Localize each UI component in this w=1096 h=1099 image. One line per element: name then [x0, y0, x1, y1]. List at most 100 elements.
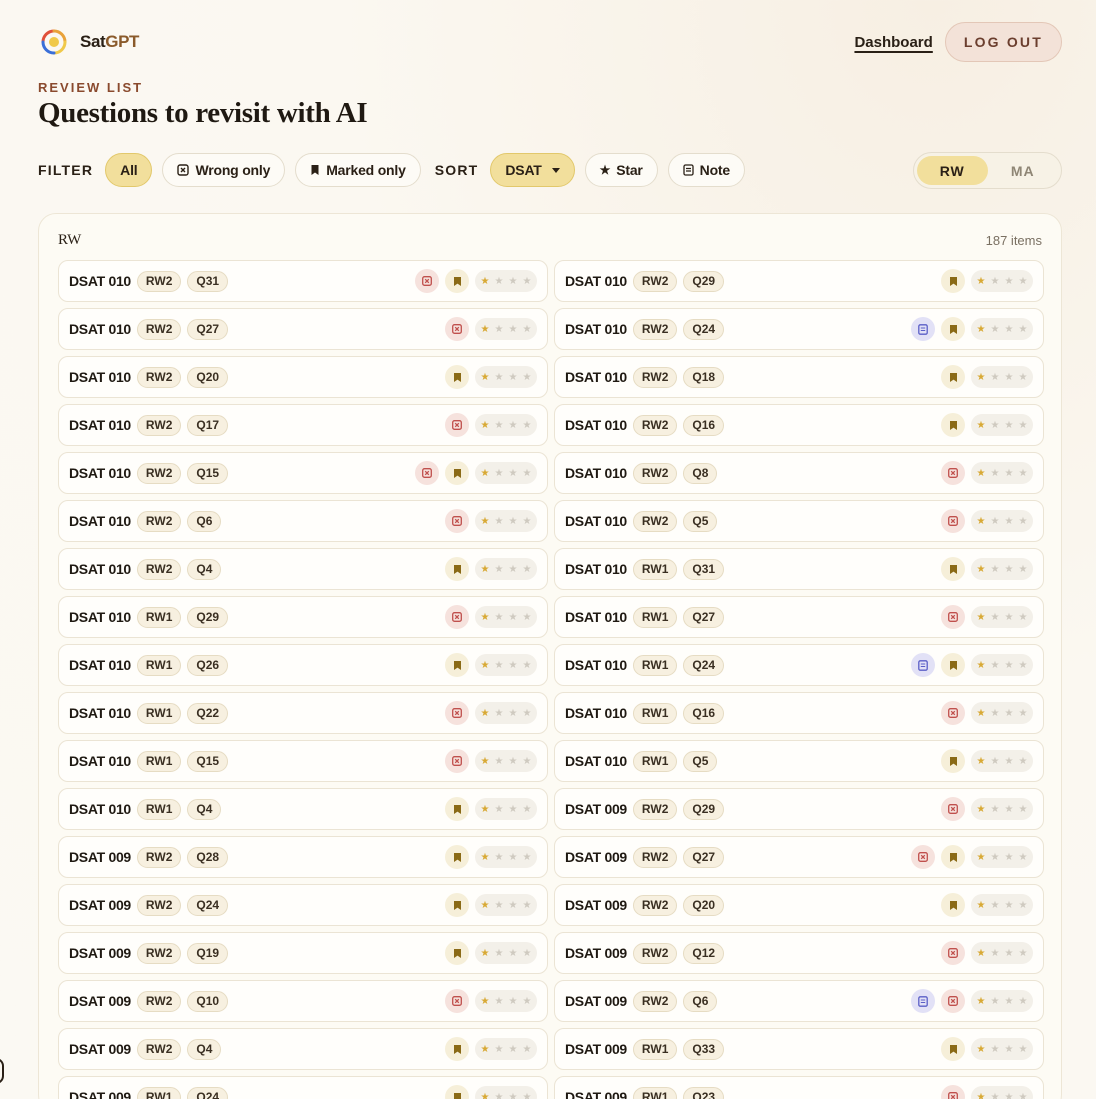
star-icon[interactable]: ★ [977, 900, 986, 911]
star-icon[interactable]: ★ [523, 660, 532, 671]
star-icon[interactable]: ★ [481, 468, 490, 479]
question-row[interactable]: DSAT 009 RW2 Q29 ★ ★ ★ ★ [554, 788, 1044, 830]
question-row[interactable]: DSAT 010 RW1 Q31 ★ ★ ★ ★ [554, 548, 1044, 590]
star-icon[interactable]: ★ [1005, 1092, 1014, 1099]
star-rating[interactable]: ★ ★ ★ ★ [475, 414, 537, 436]
star-rating[interactable]: ★ ★ ★ ★ [475, 846, 537, 868]
star-icon[interactable]: ★ [977, 756, 986, 767]
star-icon[interactable]: ★ [481, 612, 490, 623]
star-rating[interactable]: ★ ★ ★ ★ [971, 942, 1033, 964]
star-rating[interactable]: ★ ★ ★ ★ [971, 846, 1033, 868]
star-icon[interactable]: ★ [1005, 468, 1014, 479]
star-icon[interactable]: ★ [523, 372, 532, 383]
star-rating[interactable]: ★ ★ ★ ★ [475, 558, 537, 580]
star-icon[interactable]: ★ [495, 660, 504, 671]
star-icon[interactable]: ★ [509, 276, 518, 287]
star-icon[interactable]: ★ [1005, 804, 1014, 815]
star-icon[interactable]: ★ [1019, 276, 1028, 287]
star-icon[interactable]: ★ [481, 660, 490, 671]
star-icon[interactable]: ★ [977, 804, 986, 815]
question-row[interactable]: DSAT 010 RW2 Q29 ★ ★ ★ ★ [554, 260, 1044, 302]
star-icon[interactable]: ★ [523, 756, 532, 767]
star-rating[interactable]: ★ ★ ★ ★ [475, 894, 537, 916]
question-row[interactable]: DSAT 009 RW2 Q12 ★ ★ ★ ★ [554, 932, 1044, 974]
star-icon[interactable]: ★ [509, 948, 518, 959]
star-icon[interactable]: ★ [991, 564, 1000, 575]
star-rating[interactable]: ★ ★ ★ ★ [971, 654, 1033, 676]
star-icon[interactable]: ★ [495, 948, 504, 959]
star-rating[interactable]: ★ ★ ★ ★ [971, 414, 1033, 436]
star-icon[interactable]: ★ [991, 1044, 1000, 1055]
star-icon[interactable]: ★ [1005, 276, 1014, 287]
question-row[interactable]: DSAT 010 RW1 Q24 ★ ★ ★ ★ [554, 644, 1044, 686]
star-rating[interactable]: ★ ★ ★ ★ [971, 318, 1033, 340]
star-icon[interactable]: ★ [481, 708, 490, 719]
star-icon[interactable]: ★ [991, 996, 1000, 1007]
question-row[interactable]: DSAT 009 RW1 Q33 ★ ★ ★ ★ [554, 1028, 1044, 1070]
question-row[interactable]: DSAT 010 RW1 Q15 ★ ★ ★ ★ [58, 740, 548, 782]
star-icon[interactable]: ★ [1019, 996, 1028, 1007]
star-icon[interactable]: ★ [991, 756, 1000, 767]
star-icon[interactable]: ★ [523, 852, 532, 863]
star-icon[interactable]: ★ [1005, 708, 1014, 719]
question-row[interactable]: DSAT 010 RW2 Q8 ★ ★ ★ ★ [554, 452, 1044, 494]
star-icon[interactable]: ★ [1005, 756, 1014, 767]
star-rating[interactable]: ★ ★ ★ ★ [475, 318, 537, 340]
star-icon[interactable]: ★ [495, 372, 504, 383]
star-icon[interactable]: ★ [495, 1092, 504, 1099]
star-rating[interactable]: ★ ★ ★ ★ [475, 1086, 537, 1099]
star-icon[interactable]: ★ [481, 276, 490, 287]
question-row[interactable]: DSAT 009 RW2 Q4 ★ ★ ★ ★ [58, 1028, 548, 1070]
star-icon[interactable]: ★ [523, 516, 532, 527]
star-icon[interactable]: ★ [991, 948, 1000, 959]
star-icon[interactable]: ★ [481, 804, 490, 815]
star-icon[interactable]: ★ [509, 900, 518, 911]
star-rating[interactable]: ★ ★ ★ ★ [971, 510, 1033, 532]
filter-wrong-chip[interactable]: Wrong only [162, 153, 286, 187]
star-icon[interactable]: ★ [495, 900, 504, 911]
star-icon[interactable]: ★ [1019, 1092, 1028, 1099]
star-icon[interactable]: ★ [495, 324, 504, 335]
star-icon[interactable]: ★ [509, 1044, 518, 1055]
star-icon[interactable]: ★ [991, 324, 1000, 335]
star-icon[interactable]: ★ [977, 516, 986, 527]
star-icon[interactable]: ★ [991, 516, 1000, 527]
star-icon[interactable]: ★ [509, 372, 518, 383]
star-icon[interactable]: ★ [481, 420, 490, 431]
star-icon[interactable]: ★ [977, 1044, 986, 1055]
question-row[interactable]: DSAT 009 RW2 Q24 ★ ★ ★ ★ [58, 884, 548, 926]
star-rating[interactable]: ★ ★ ★ ★ [475, 606, 537, 628]
star-icon[interactable]: ★ [977, 372, 986, 383]
star-icon[interactable]: ★ [523, 420, 532, 431]
star-icon[interactable]: ★ [1005, 660, 1014, 671]
sort-dropdown[interactable]: DSAT [490, 153, 575, 187]
star-icon[interactable]: ★ [481, 756, 490, 767]
star-rating[interactable]: ★ ★ ★ ★ [475, 750, 537, 772]
star-icon[interactable]: ★ [495, 420, 504, 431]
star-rating[interactable]: ★ ★ ★ ★ [971, 990, 1033, 1012]
star-icon[interactable]: ★ [509, 708, 518, 719]
star-icon[interactable]: ★ [495, 468, 504, 479]
star-icon[interactable]: ★ [523, 804, 532, 815]
star-icon[interactable]: ★ [509, 1092, 518, 1099]
question-row[interactable]: DSAT 010 RW1 Q29 ★ ★ ★ ★ [58, 596, 548, 638]
star-icon[interactable]: ★ [977, 612, 986, 623]
star-icon[interactable]: ★ [509, 564, 518, 575]
star-icon[interactable]: ★ [991, 660, 1000, 671]
star-rating[interactable]: ★ ★ ★ ★ [971, 798, 1033, 820]
star-rating[interactable]: ★ ★ ★ ★ [971, 462, 1033, 484]
star-icon[interactable]: ★ [509, 516, 518, 527]
question-row[interactable]: DSAT 010 RW2 Q4 ★ ★ ★ ★ [58, 548, 548, 590]
star-icon[interactable]: ★ [495, 612, 504, 623]
star-rating[interactable]: ★ ★ ★ ★ [971, 366, 1033, 388]
star-icon[interactable]: ★ [481, 564, 490, 575]
question-row[interactable]: DSAT 010 RW1 Q22 ★ ★ ★ ★ [58, 692, 548, 734]
star-icon[interactable]: ★ [1019, 324, 1028, 335]
star-icon[interactable]: ★ [495, 852, 504, 863]
star-icon[interactable]: ★ [1019, 564, 1028, 575]
star-icon[interactable]: ★ [509, 468, 518, 479]
question-row[interactable]: DSAT 010 RW2 Q31 ★ ★ ★ ★ [58, 260, 548, 302]
star-icon[interactable]: ★ [977, 324, 986, 335]
star-icon[interactable]: ★ [1005, 612, 1014, 623]
scroll-handle[interactable] [0, 1058, 4, 1084]
